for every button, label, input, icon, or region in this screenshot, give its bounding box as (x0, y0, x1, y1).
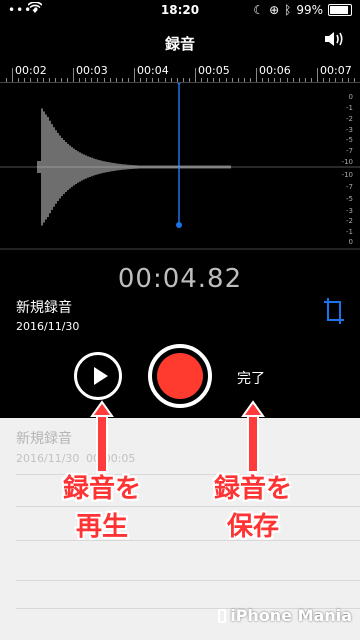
annotation-save-line2: 保存 (226, 512, 279, 542)
annotation-play: 録音を 再生 (46, 470, 158, 546)
annotation-play-line1: 録音を (62, 474, 141, 504)
phone-icon (218, 608, 227, 623)
annotation-save: 録音を 保存 (197, 470, 309, 546)
annotation-play-line2: 再生 (75, 512, 128, 542)
watermark: iPhone Mania (218, 606, 352, 625)
watermark-text: iPhone Mania (230, 606, 352, 625)
arrow-play (90, 400, 114, 473)
arrow-save (241, 400, 265, 473)
annotation-save-line1: 録音を (213, 474, 292, 504)
